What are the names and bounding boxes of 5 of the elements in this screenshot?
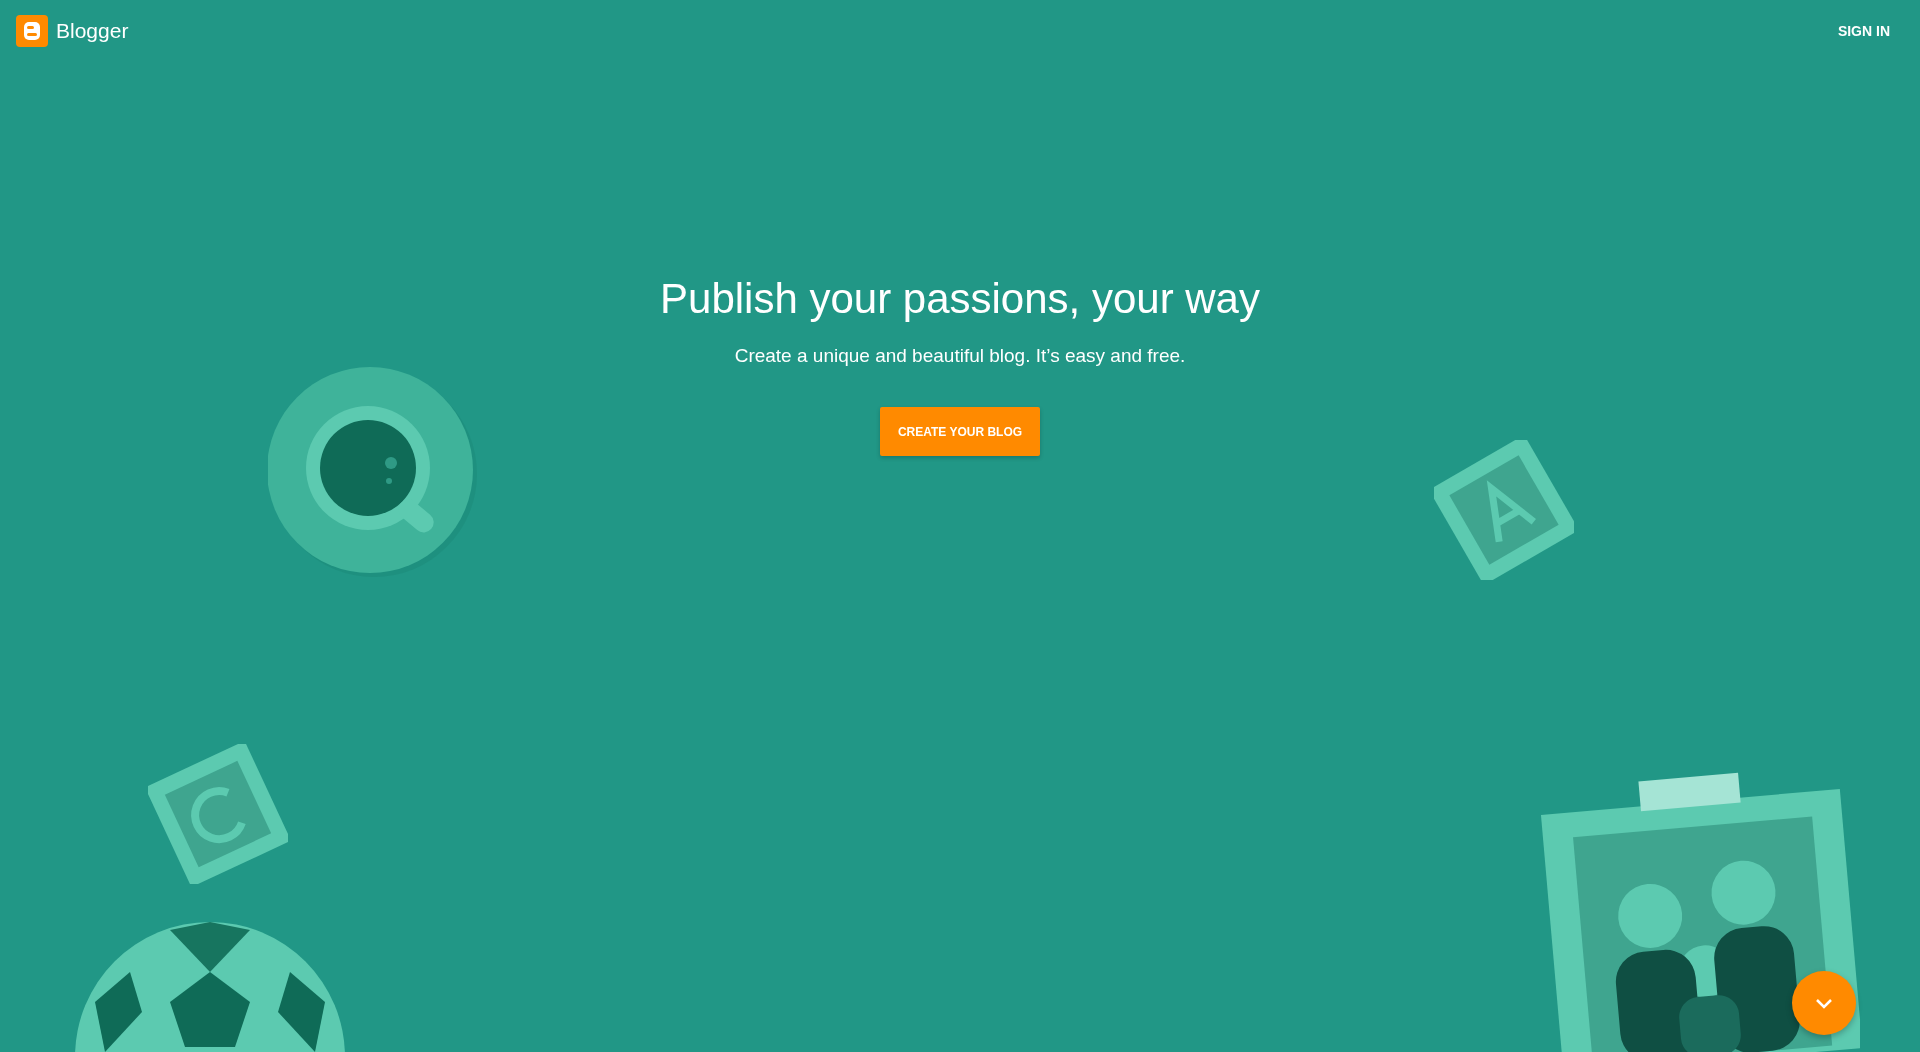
hero-subheading: Create a unique and beautiful blog. It’s easy and free. [734, 345, 1186, 367]
hero-heading: Publish your passions, your way [660, 275, 1260, 323]
brand-name[interactable]: Blogger [56, 19, 129, 43]
create-blog-button[interactable]: CREATE YOUR BLOG [880, 407, 1040, 456]
sign-in-link[interactable]: SIGN IN [1837, 23, 1890, 39]
